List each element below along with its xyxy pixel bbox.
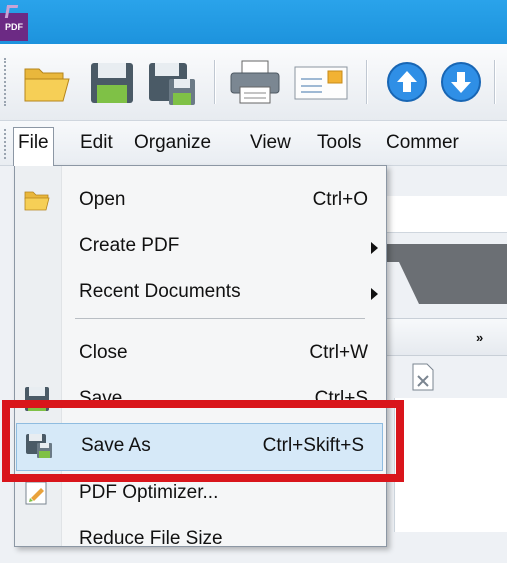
window-titlebar: PDF xyxy=(0,0,507,44)
thumbnail-panel xyxy=(394,398,507,532)
open-folder-icon xyxy=(24,191,50,211)
menu-item-save-as[interactable]: Save As Ctrl+Skift+S xyxy=(16,423,383,471)
menu-file[interactable]: File xyxy=(13,127,54,166)
menu-organize[interactable]: Organize xyxy=(130,128,215,158)
menu-item-label: Recent Documents xyxy=(79,281,241,302)
menu-tools[interactable]: Tools xyxy=(313,128,365,158)
menubar: File Edit Organize View Tools Commer xyxy=(0,121,507,166)
toolbar-separator xyxy=(366,60,368,104)
toolbar-separator xyxy=(214,60,216,104)
panel-header xyxy=(385,318,507,356)
menu-item-label: Create PDF xyxy=(79,235,180,256)
save-as-icon[interactable] xyxy=(147,59,199,105)
menu-item-label: Save xyxy=(79,388,123,409)
delete-page-icon[interactable] xyxy=(410,362,436,392)
menu-item-shortcut: Ctrl+O xyxy=(312,189,368,210)
menu-item-shortcut: Ctrl+S xyxy=(314,388,368,409)
menu-item-shortcut: Ctrl+Skift+S xyxy=(262,435,364,456)
menubar-grip[interactable] xyxy=(4,129,9,159)
submenu-arrow-icon xyxy=(371,288,378,300)
menu-item-save[interactable]: Save Ctrl+S xyxy=(15,377,386,423)
menu-item-label: PDF Optimizer... xyxy=(79,482,219,503)
menu-item-create-pdf[interactable]: Create PDF xyxy=(15,224,386,270)
app-logo-text: PDF xyxy=(5,22,23,32)
menu-item-label: Reduce File Size xyxy=(79,528,223,549)
menu-item-recent-documents[interactable]: Recent Documents xyxy=(15,270,386,316)
save-as-icon xyxy=(26,434,52,458)
menu-item-label: Save As xyxy=(81,435,151,456)
save-icon xyxy=(25,387,49,411)
menu-item-shortcut: Ctrl+W xyxy=(309,342,368,363)
document-tab[interactable] xyxy=(385,262,425,304)
menu-item-reduce-file-size[interactable]: Reduce File Size xyxy=(15,517,386,563)
address-field[interactable] xyxy=(385,196,507,233)
menu-item-close[interactable]: Close Ctrl+W xyxy=(15,331,386,377)
expand-chevron-icon[interactable]: » xyxy=(476,330,483,345)
menu-item-label: Open xyxy=(79,189,126,210)
print-icon[interactable] xyxy=(228,59,282,105)
app-logo-icon[interactable]: PDF xyxy=(0,5,28,41)
menu-separator xyxy=(75,318,365,319)
menu-comment[interactable]: Commer xyxy=(382,128,463,158)
submenu-arrow-icon xyxy=(371,242,378,254)
toolbar-separator xyxy=(494,60,496,104)
toolbar-grip[interactable] xyxy=(4,58,9,106)
arrow-down-icon[interactable] xyxy=(438,59,484,105)
arrow-up-icon[interactable] xyxy=(384,59,430,105)
optimizer-icon xyxy=(25,481,47,505)
file-menu-dropdown: Open Ctrl+O Create PDF Recent Documents … xyxy=(14,165,387,549)
menu-item-label: Close xyxy=(79,342,128,363)
save-icon[interactable] xyxy=(88,59,136,105)
email-icon[interactable] xyxy=(292,59,350,105)
toolbar xyxy=(0,44,507,121)
menu-item-open[interactable]: Open Ctrl+O xyxy=(15,178,386,224)
menu-item-pdf-optimizer[interactable]: PDF Optimizer... xyxy=(15,471,386,517)
menu-view[interactable]: View xyxy=(246,128,295,158)
menu-edit[interactable]: Edit xyxy=(76,128,117,158)
open-folder-icon[interactable] xyxy=(22,59,78,105)
